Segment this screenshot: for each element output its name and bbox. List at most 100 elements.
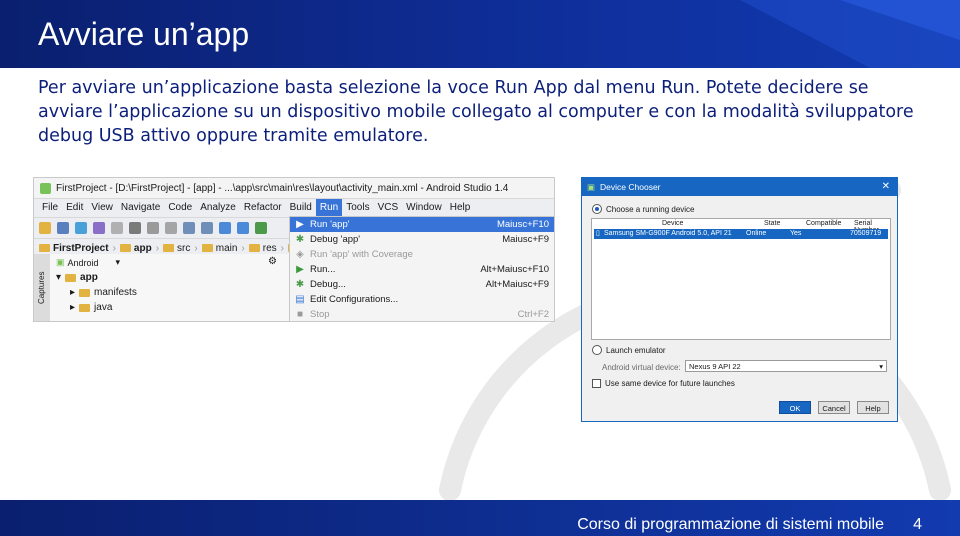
menu-edit[interactable]: Edit: [62, 199, 87, 217]
menu-vcs[interactable]: VCS: [374, 199, 403, 217]
menu-item-stop[interactable]: ■ Stop Ctrl+F2: [290, 307, 554, 321]
radio-launch-emulator[interactable]: [592, 345, 602, 355]
chevron-down-icon: ▾: [879, 362, 883, 371]
android-studio-icon: [40, 182, 51, 194]
menu-navigate[interactable]: Navigate: [117, 199, 164, 217]
tree-item-java[interactable]: ▸ java: [70, 302, 112, 313]
device-table: Device State Compatible Serial Number ▯ …: [591, 218, 891, 340]
run-icon: ▶: [296, 219, 304, 230]
stop-icon: ■: [296, 309, 304, 320]
chevron-right-icon: ›: [241, 242, 245, 254]
crumb-firstproject[interactable]: FirstProject: [39, 243, 109, 254]
body-paragraph: Per avviare un’applicazione basta selezi…: [38, 78, 914, 146]
crumb-src[interactable]: src: [163, 243, 190, 254]
radio-choose-running[interactable]: [592, 204, 602, 214]
cut-icon[interactable]: [129, 222, 141, 234]
phone-icon: ▯: [596, 230, 600, 237]
chevron-right-icon: ›: [280, 242, 285, 254]
menu-tools[interactable]: Tools: [342, 199, 373, 217]
menu-build[interactable]: Build: [286, 199, 316, 217]
avd-label: Android virtual device:: [602, 363, 681, 372]
menu-item-shortcut: Ctrl+F2: [517, 309, 549, 320]
folder-icon: [65, 273, 77, 282]
menu-refactor[interactable]: Refactor: [240, 199, 286, 217]
redo-icon[interactable]: [111, 222, 123, 234]
expand-icon: ▾: [56, 272, 62, 283]
ok-button[interactable]: OK: [779, 401, 811, 414]
device-name: Samsung SM-G900F Android 5.0, API 21: [604, 230, 732, 237]
folder-icon: [79, 303, 91, 312]
collapse-icon: ▸: [70, 302, 76, 313]
copy-icon[interactable]: [147, 222, 159, 234]
folder-icon: [119, 244, 131, 252]
avd-value: Nexus 9 API 22: [689, 362, 741, 371]
help-button[interactable]: Help: [857, 401, 889, 414]
make-icon[interactable]: [255, 222, 267, 234]
launch-emulator-label: Launch emulator: [606, 345, 666, 355]
save-icon[interactable]: [57, 222, 69, 234]
same-device-option[interactable]: Use same device for future launches: [592, 379, 735, 388]
menu-item-shortcut: Maiusc+F10: [496, 219, 549, 230]
menu-view[interactable]: View: [87, 199, 117, 217]
sync-icon[interactable]: [75, 222, 87, 234]
device-compatible: Yes: [790, 230, 802, 237]
choose-running-option[interactable]: Choose a running device: [592, 204, 695, 214]
tree-item-manifests[interactable]: ▸ manifests: [70, 287, 137, 298]
menu-file[interactable]: File: [38, 199, 62, 217]
menu-item-shortcut: Maiusc+F9: [502, 234, 549, 245]
crumb-app[interactable]: app: [119, 243, 152, 254]
android-icon: ▣: [587, 181, 596, 192]
folder-icon: [201, 244, 213, 252]
menu-item-shortcut: Alt+Maiusc+F9: [485, 279, 549, 290]
menu-item-run-app[interactable]: ▶ Run 'app' Maiusc+F10: [290, 217, 554, 232]
menu-item-edit-configurations[interactable]: ▤ Edit Configurations...: [290, 292, 554, 307]
android-studio-window: FirstProject - [D:\FirstProject] - [app]…: [33, 177, 555, 322]
debug-config-icon: ✱: [295, 279, 305, 290]
collapse-icon: ▸: [70, 287, 76, 298]
captures-tab[interactable]: Captures: [34, 254, 50, 321]
folder-icon: [163, 244, 175, 252]
menu-item-label: Debug 'app': [310, 234, 361, 245]
dialog-title: Device Chooser: [600, 182, 661, 192]
as-window-title: FirstProject - [D:\FirstProject] - [app]…: [56, 182, 509, 194]
folder-icon: [248, 244, 260, 252]
settings-icon[interactable]: ⚙: [268, 256, 277, 267]
run-config-icon: ▶: [296, 264, 304, 275]
open-folder-icon[interactable]: [39, 222, 51, 234]
android-icon: ▣: [56, 257, 65, 267]
close-icon[interactable]: ✕: [882, 181, 890, 192]
cancel-button[interactable]: Cancel: [818, 401, 850, 414]
menu-item-debug-config[interactable]: ✱ Debug... Alt+Maiusc+F9: [290, 277, 554, 292]
menu-window[interactable]: Window: [402, 199, 446, 217]
crumb-res[interactable]: res: [248, 243, 277, 254]
undo-icon[interactable]: [93, 222, 105, 234]
menu-analyze[interactable]: Analyze: [196, 199, 240, 217]
menu-run[interactable]: Run: [315, 199, 343, 217]
as-menubar: File Edit View Navigate Code Analyze Ref…: [34, 198, 554, 217]
replace-icon[interactable]: [201, 222, 213, 234]
run-menu: ▶ Run 'app' Maiusc+F10 ✱ Debug 'app' Mai…: [289, 216, 554, 321]
menu-item-label: Debug...: [310, 279, 346, 290]
debug-icon: ✱: [295, 234, 305, 245]
menu-item-label: Run 'app': [310, 219, 350, 230]
find-icon[interactable]: [183, 222, 195, 234]
crumb-main[interactable]: main: [201, 243, 237, 254]
menu-code[interactable]: Code: [164, 199, 196, 217]
as-title-bar: FirstProject - [D:\FirstProject] - [app]…: [34, 178, 554, 198]
footer-course: Corso di programmazione di sistemi mobil…: [577, 516, 884, 533]
menu-item-run-config[interactable]: ▶ Run... Alt+Maiusc+F10: [290, 262, 554, 277]
view-selector[interactable]: ▣ Android ▾: [56, 256, 152, 269]
folder-icon: [79, 288, 91, 297]
menu-item-debug-app[interactable]: ✱ Debug 'app' Maiusc+F9: [290, 232, 554, 247]
device-serial: 70509719: [850, 230, 882, 237]
back-icon[interactable]: [219, 222, 231, 234]
tree-item-app[interactable]: ▾ app: [56, 272, 98, 283]
launch-emulator-option[interactable]: Launch emulator: [592, 345, 666, 355]
avd-select[interactable]: Nexus 9 API 22 ▾: [685, 360, 887, 372]
paste-icon[interactable]: [165, 222, 177, 234]
table-row[interactable]: ▯ Samsung SM-G900F Android 5.0, API 21 O…: [594, 229, 888, 239]
menu-item-run-coverage[interactable]: ◈ Run 'app' with Coverage: [290, 247, 554, 262]
forward-icon[interactable]: [237, 222, 249, 234]
menu-help[interactable]: Help: [446, 199, 475, 217]
same-device-checkbox[interactable]: [592, 379, 601, 388]
